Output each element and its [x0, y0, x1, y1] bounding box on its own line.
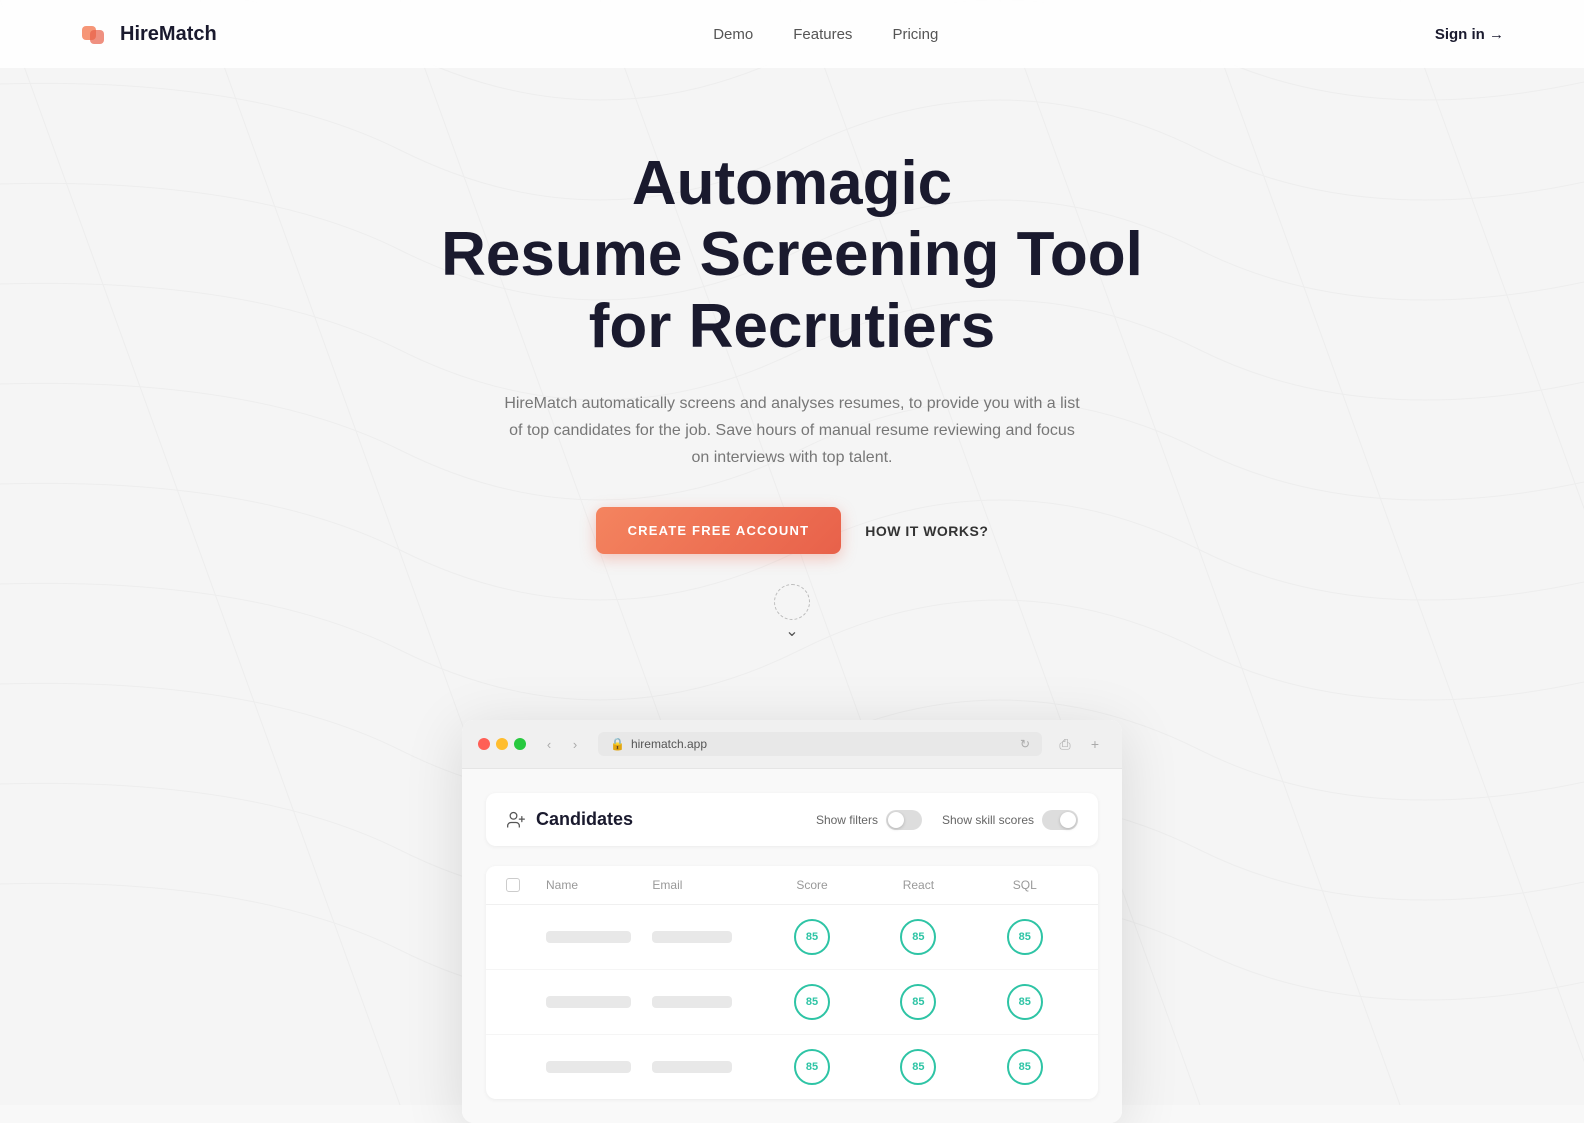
row-react-badge: 85: [900, 919, 936, 955]
row-name-skeleton: [546, 1061, 631, 1073]
col-header-score: Score: [759, 878, 865, 892]
browser-back-button[interactable]: ‹: [538, 733, 560, 755]
logo[interactable]: HireMatch: [80, 18, 217, 50]
hero-title-line2: Resume Screening Tool: [441, 220, 1143, 289]
browser-dot-maximize[interactable]: [514, 738, 526, 750]
hero-subtitle: HireMatch automatically screens and anal…: [502, 390, 1082, 472]
hero-section: Automagic Resume Screening Tool for Recr…: [342, 68, 1242, 680]
scroll-circle: [774, 584, 810, 620]
candidates-table: Name Email Score React SQL 85 85 85: [486, 866, 1098, 1099]
hero-title-line1: Automagic: [632, 149, 952, 218]
col-header-react: React: [865, 878, 971, 892]
chevron-down-icon: ⌄: [785, 624, 798, 640]
browser-dot-close[interactable]: [478, 738, 490, 750]
nav-links: Demo Features Pricing: [713, 26, 938, 43]
table-row[interactable]: 85 85 85: [486, 905, 1098, 970]
hero-actions: CREATE FREE ACCOUNT HOW IT WORKS?: [362, 507, 1222, 554]
logo-icon: [80, 18, 112, 50]
reload-icon: ↻: [1020, 737, 1030, 751]
hero-title: Automagic Resume Screening Tool for Recr…: [362, 148, 1222, 362]
navbar: HireMatch Demo Features Pricing Sign in …: [0, 0, 1584, 68]
candidates-icon: [506, 810, 526, 830]
show-filters-label: Show filters: [816, 813, 878, 827]
table-row[interactable]: 85 85 85: [486, 1035, 1098, 1099]
browser-nav: ‹ ›: [538, 733, 586, 755]
header-checkbox-cell: [506, 878, 546, 892]
row-name-skeleton: [546, 931, 631, 943]
row-score-badge: 85: [794, 984, 830, 1020]
show-skill-scores-group: Show skill scores: [942, 810, 1078, 830]
app-content: Candidates Show filters Show skill score…: [462, 769, 1122, 1123]
url-text: hirematch.app: [631, 737, 707, 751]
row-sql-badge: 85: [1007, 919, 1043, 955]
browser-window: ‹ › 🔒 hirematch.app ↻ ⎙ +: [462, 720, 1122, 1123]
row-react-badge: 85: [900, 1049, 936, 1085]
browser-bar: ‹ › 🔒 hirematch.app ↻ ⎙ +: [462, 720, 1122, 769]
how-it-works-link[interactable]: HOW IT WORKS?: [865, 523, 988, 539]
table-header: Name Email Score React SQL: [486, 866, 1098, 905]
scroll-indicator: ⌄: [774, 584, 810, 640]
nav-features[interactable]: Features: [793, 26, 852, 43]
nav-demo[interactable]: Demo: [713, 26, 753, 43]
sign-in-button[interactable]: Sign in →: [1435, 26, 1504, 43]
row-email-skeleton: [652, 931, 732, 943]
row-score-badge: 85: [794, 919, 830, 955]
row-sql-badge: 85: [1007, 1049, 1043, 1085]
logo-text: HireMatch: [120, 23, 217, 46]
row-email-skeleton: [652, 996, 732, 1008]
browser-dot-minimize[interactable]: [496, 738, 508, 750]
candidates-header: Candidates Show filters Show skill score…: [486, 793, 1098, 846]
lock-icon: 🔒: [610, 737, 625, 751]
browser-forward-button[interactable]: ›: [564, 733, 586, 755]
browser-section: ‹ › 🔒 hirematch.app ↻ ⎙ +: [442, 720, 1142, 1123]
row-name-skeleton: [546, 996, 631, 1008]
toggle-knob-filters: [888, 812, 904, 828]
row-email-skeleton: [652, 1061, 732, 1073]
candidates-title-text: Candidates: [536, 809, 633, 830]
show-skill-scores-label: Show skill scores: [942, 813, 1034, 827]
hero-title-line3: for Recrutiers: [589, 292, 996, 361]
browser-dots: [478, 738, 526, 750]
row-sql-badge: 85: [1007, 984, 1043, 1020]
nav-pricing[interactable]: Pricing: [892, 26, 938, 43]
create-account-button[interactable]: CREATE FREE ACCOUNT: [596, 507, 842, 554]
row-react-badge: 85: [900, 984, 936, 1020]
table-row[interactable]: 85 85 85: [486, 970, 1098, 1035]
candidates-title: Candidates: [506, 809, 633, 830]
show-filters-toggle[interactable]: [886, 810, 922, 830]
row-score-badge: 85: [794, 1049, 830, 1085]
show-filters-group: Show filters: [816, 810, 922, 830]
share-button[interactable]: ⎙: [1054, 733, 1076, 755]
browser-url-bar[interactable]: 🔒 hirematch.app ↻: [598, 732, 1042, 756]
select-all-checkbox[interactable]: [506, 878, 520, 892]
new-tab-button[interactable]: +: [1084, 733, 1106, 755]
show-skill-scores-toggle[interactable]: [1042, 810, 1078, 830]
header-controls: Show filters Show skill scores: [816, 810, 1078, 830]
col-header-sql: SQL: [972, 878, 1078, 892]
col-header-email: Email: [652, 878, 758, 892]
col-header-name: Name: [546, 878, 652, 892]
toggle-knob-scores: [1060, 812, 1076, 828]
browser-actions: ⎙ +: [1054, 733, 1106, 755]
